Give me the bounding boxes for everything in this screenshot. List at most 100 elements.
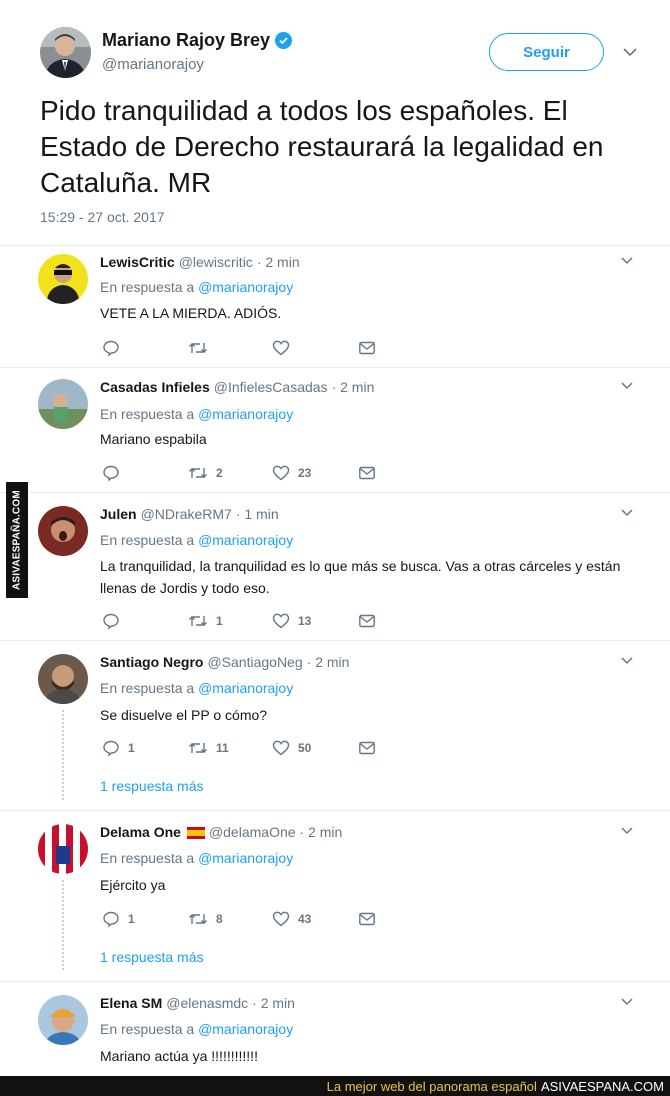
like-action[interactable]: 43	[272, 908, 311, 930]
reply-header: Elena SM @elenasmdc · 2 min	[100, 995, 295, 1011]
reply-prefix: En respuesta a	[100, 680, 195, 696]
reply-prefix: En respuesta a	[100, 532, 195, 548]
avatar[interactable]	[38, 824, 88, 874]
retweet-action[interactable]	[188, 337, 216, 359]
reply-author-name[interactable]: Casadas Infieles	[100, 379, 210, 395]
avatar[interactable]	[38, 379, 88, 429]
reply-tweet[interactable]: Delama One @delamaOne · 2 min En respues…	[0, 811, 670, 982]
reply-tweet[interactable]: Julen @NDrakeRM7 · 1 min En respuesta a …	[0, 493, 670, 641]
reply-count: 1	[128, 912, 135, 926]
banner-tagline: La mejor web del panorama español	[326, 1078, 537, 1094]
chevron-down-icon[interactable]	[620, 254, 634, 273]
reply-author-handle[interactable]: @SantiagoNeg	[207, 654, 302, 670]
reply-icon	[103, 613, 119, 630]
avatar[interactable]	[38, 254, 88, 304]
retweet-action[interactable]: 2	[188, 462, 223, 484]
reply-tweet[interactable]: Santiago Negro @SantiagoNeg · 2 min En r…	[0, 641, 670, 811]
envelope-icon	[359, 614, 375, 628]
reply-time[interactable]: · 2 min	[252, 995, 295, 1011]
message-action[interactable]	[358, 337, 376, 359]
retweet-count: 8	[216, 912, 223, 926]
envelope-icon	[359, 341, 375, 355]
more-replies-link[interactable]: 1 respuesta más	[100, 778, 204, 794]
avatar[interactable]	[38, 506, 88, 556]
avatar[interactable]	[38, 995, 88, 1045]
reply-time[interactable]: · 2 min	[332, 379, 375, 395]
reply-context: En respuesta a @marianorajoy	[100, 1021, 293, 1037]
reply-tweet[interactable]: Casadas Infieles @InfielesCasadas · 2 mi…	[0, 368, 670, 493]
reply-header: Casadas Infieles @InfielesCasadas · 2 mi…	[100, 379, 374, 395]
reply-action[interactable]: 1	[102, 737, 135, 759]
heart-icon	[272, 911, 290, 927]
reply-author-handle[interactable]: @NDrakeRM7	[141, 506, 232, 522]
author-name-text[interactable]: Mariano Rajoy Brey	[102, 30, 270, 51]
chevron-down-icon[interactable]	[620, 995, 634, 1014]
like-count: 23	[298, 466, 312, 480]
reply-time[interactable]: · 1 min	[236, 506, 279, 522]
retweet-count: 1	[216, 614, 223, 628]
message-action[interactable]	[358, 610, 376, 632]
reply-author-handle[interactable]: @delamaOne	[209, 824, 296, 840]
message-action[interactable]	[358, 908, 376, 930]
reply-text: Mariano actúa ya !!!!!!!!!!!!	[100, 1048, 258, 1064]
reply-author-handle[interactable]: @lewiscritic	[179, 254, 253, 270]
envelope-icon	[359, 466, 375, 480]
reply-prefix: En respuesta a	[100, 279, 195, 295]
retweet-action[interactable]: 1	[188, 610, 223, 632]
reply-tweet[interactable]: LewisCritic @lewiscritic · 2 min En resp…	[0, 246, 670, 368]
like-action[interactable]: 13	[272, 610, 311, 632]
retweet-icon	[189, 616, 207, 626]
message-action[interactable]	[358, 737, 376, 759]
reply-author-name[interactable]: Elena SM	[100, 995, 162, 1011]
reply-mention-link[interactable]: @marianorajoy	[198, 680, 293, 696]
heart-icon	[272, 465, 290, 481]
reply-header: Delama One @delamaOne · 2 min	[100, 824, 342, 840]
reply-time[interactable]: · 2 min	[257, 254, 300, 270]
chevron-down-icon[interactable]	[620, 379, 634, 398]
retweet-action[interactable]: 8	[188, 908, 223, 930]
more-replies-link[interactable]: 1 respuesta más	[100, 949, 204, 965]
reply-action[interactable]	[102, 610, 128, 632]
like-action[interactable]	[272, 337, 298, 359]
chevron-down-icon[interactable]	[620, 506, 634, 525]
chevron-down-icon[interactable]	[620, 824, 634, 843]
reply-tweet[interactable]: Elena SM @elenasmdc · 2 min En respuesta…	[0, 982, 670, 1076]
retweet-action[interactable]: 11	[188, 737, 229, 759]
retweet-icon	[189, 743, 207, 753]
reply-author-name[interactable]: LewisCritic	[100, 254, 175, 270]
banner-site[interactable]: ASIVAESPANA.COM	[541, 1079, 664, 1094]
envelope-icon	[359, 912, 375, 926]
like-action[interactable]: 50	[272, 737, 311, 759]
follow-button[interactable]: Seguir	[489, 33, 604, 71]
avatar-mariano-rajoy[interactable]	[40, 27, 91, 78]
author-name[interactable]: Mariano Rajoy Brey	[102, 30, 293, 51]
like-count: 43	[298, 912, 312, 926]
author-handle[interactable]: @marianorajoy	[102, 56, 204, 73]
verified-badge-icon	[275, 32, 293, 49]
reply-mention-link[interactable]: @marianorajoy	[198, 1021, 293, 1037]
reply-icon	[103, 465, 119, 482]
reply-author-handle[interactable]: @InfielesCasadas	[214, 379, 328, 395]
reply-mention-link[interactable]: @marianorajoy	[198, 279, 293, 295]
reply-author-handle[interactable]: @elenasmdc	[166, 995, 248, 1011]
message-action[interactable]	[358, 462, 376, 484]
reply-action[interactable]	[102, 462, 128, 484]
chevron-down-icon[interactable]	[620, 654, 634, 673]
reply-author-name[interactable]: Santiago Negro	[100, 654, 203, 670]
like-action[interactable]: 23	[272, 462, 311, 484]
reply-mention-link[interactable]: @marianorajoy	[198, 850, 293, 866]
reply-action[interactable]	[102, 337, 128, 359]
reply-mention-link[interactable]: @marianorajoy	[198, 406, 293, 422]
reply-text: VETE A LA MIERDA. ADIÓS.	[100, 305, 282, 321]
avatar[interactable]	[38, 654, 88, 704]
bottom-banner: La mejor web del panorama español ASIVAE…	[0, 1076, 670, 1096]
action-bar: 2 23	[100, 462, 400, 484]
reply-time[interactable]: · 2 min	[300, 824, 343, 840]
reply-author-name[interactable]: Julen	[100, 506, 137, 522]
reply-time[interactable]: · 2 min	[307, 654, 350, 670]
chevron-down-icon[interactable]	[622, 44, 638, 65]
reply-action[interactable]: 1	[102, 908, 135, 930]
reply-mention-link[interactable]: @marianorajoy	[198, 532, 293, 548]
tweet-timestamp[interactable]: 15:29 - 27 oct. 2017	[40, 209, 165, 225]
reply-author-name[interactable]: Delama One	[100, 824, 181, 840]
